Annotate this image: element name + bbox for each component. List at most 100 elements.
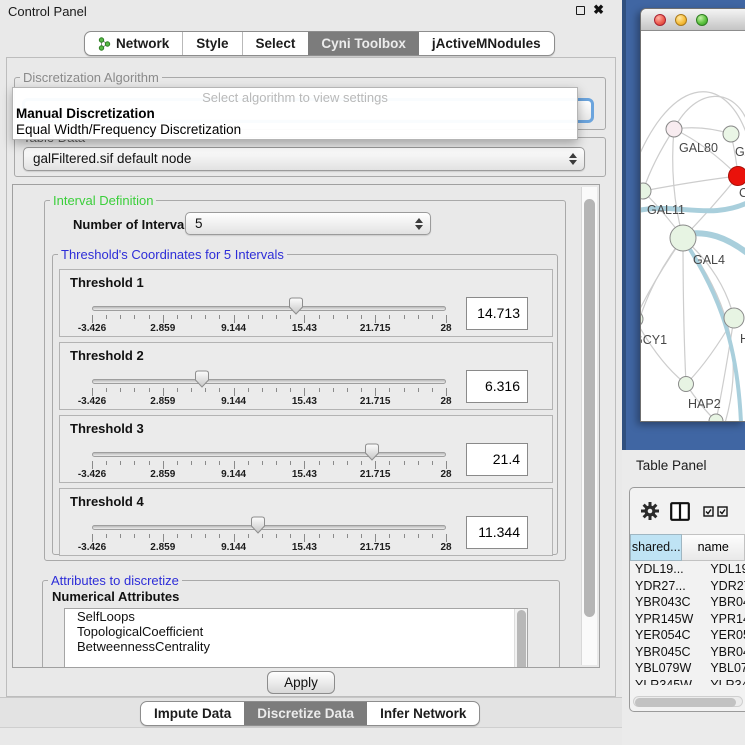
threshold-label: Threshold 4 (70, 494, 144, 509)
table-row[interactable]: YDR27...YDR27 (630, 578, 745, 595)
threshold-value-field[interactable]: 11.344 (466, 516, 528, 549)
slider-thumb[interactable] (250, 516, 266, 534)
cell-shared-name: YLR345W (630, 677, 705, 686)
slider-track[interactable] (92, 306, 446, 311)
list-scrollbar[interactable] (514, 609, 527, 668)
table-row[interactable]: YPR145WYPR145W (630, 611, 745, 628)
tick-mark (333, 388, 334, 392)
network-canvas[interactable]: GAL80 GA C GAL11 GAL4 GCY1 H HAP2 (641, 31, 745, 421)
checkbox-icon[interactable] (703, 506, 714, 517)
tick-mark (389, 461, 390, 465)
tab-style[interactable]: Style (182, 32, 241, 55)
dropdown-option[interactable]: Manual Discretization (13, 106, 577, 122)
slider-track[interactable] (92, 525, 446, 530)
numerical-attributes-list[interactable]: SelfLoopsTopologicalCoefficientBetweenne… (64, 608, 528, 668)
scale-label: 28 (440, 542, 451, 553)
table-row[interactable]: YDL19...YDL19 (630, 561, 745, 578)
scale-label: 28 (440, 323, 451, 334)
table-data-combo[interactable]: galFiltered.sif default node (23, 147, 585, 171)
node-label[interactable]: GAL4 (693, 253, 725, 267)
table-row[interactable]: YBR043CYBR043C (630, 594, 745, 611)
gear-icon[interactable] (641, 502, 659, 520)
threshold-value-field[interactable]: 21.4 (466, 443, 528, 476)
cell-shared-name: YDR27... (630, 578, 705, 595)
tick-mark (304, 461, 305, 469)
tab-cyni-toolbox[interactable]: Cyni Toolbox (308, 32, 419, 55)
node-label[interactable]: H (740, 332, 745, 346)
group-title: Interval Definition (50, 193, 156, 208)
tab-label: Select (256, 32, 296, 55)
node-label[interactable]: GAL11 (647, 203, 685, 217)
attribute-list-item[interactable]: BetweennessCentrality (65, 639, 527, 654)
tab-infer-network[interactable]: Infer Network (367, 702, 479, 725)
tick-mark (149, 461, 150, 465)
node-label[interactable]: C (739, 186, 745, 200)
scrollbar-thumb[interactable] (584, 199, 595, 617)
network-node[interactable] (709, 414, 723, 421)
table-row[interactable]: YER054CYER054C (630, 627, 745, 644)
table-row[interactable]: YLR345WYLR345W (630, 677, 745, 686)
threshold-label: Threshold 3 (70, 421, 144, 436)
scale-label: 9.144 (221, 323, 246, 334)
network-node[interactable] (679, 377, 694, 392)
slider-track[interactable] (92, 379, 446, 384)
tick-mark (304, 534, 305, 542)
network-node[interactable] (724, 308, 744, 328)
column-header[interactable]: shared... (630, 534, 682, 561)
attribute-list-item[interactable]: TopologicalCoefficient (65, 624, 527, 639)
number-of-intervals-combo[interactable]: 5 (185, 212, 431, 235)
zoom-traffic-light[interactable] (696, 14, 708, 26)
checkbox-icon[interactable] (717, 506, 728, 517)
slider-thumb[interactable] (194, 370, 210, 388)
threshold-value-field[interactable]: 14.713 (466, 297, 528, 330)
network-edge (683, 238, 686, 384)
scale-label: 21.715 (360, 469, 391, 480)
horizontal-scrollbar[interactable] (633, 696, 743, 707)
tick-mark (219, 315, 220, 319)
tick-mark (262, 534, 263, 538)
vertical-scrollbar[interactable] (581, 187, 597, 665)
table-row[interactable]: YBL079WYBL079W (630, 660, 745, 677)
network-node[interactable] (723, 126, 739, 142)
columns-icon[interactable] (670, 502, 690, 521)
minimize-traffic-light[interactable] (675, 14, 687, 26)
attribute-list-item[interactable]: SelfLoops (65, 609, 527, 624)
dropdown-prompt[interactable]: Select algorithm to view settings (13, 88, 577, 106)
cell-name: YBL079W (705, 660, 745, 677)
close-traffic-light[interactable] (654, 14, 666, 26)
tick-mark (319, 461, 320, 465)
slider-track[interactable] (92, 452, 446, 457)
network-node[interactable] (641, 183, 651, 199)
dropdown-option[interactable]: Equal Width/Frequency Discretization (13, 122, 577, 138)
tab-select[interactable]: Select (242, 32, 309, 55)
node-label[interactable]: GAL80 (679, 141, 718, 155)
table-row[interactable]: YBR045CYBR045C (630, 644, 745, 661)
float-window-icon[interactable] (576, 6, 585, 15)
column-header[interactable]: name (682, 534, 745, 561)
tick-mark (106, 315, 107, 319)
node-label[interactable]: GCY1 (641, 333, 667, 347)
node-label[interactable]: GA (735, 145, 745, 159)
apply-button[interactable]: Apply (267, 671, 335, 694)
tab-discretize-data[interactable]: Discretize Data (244, 702, 367, 725)
cell-name: YER054C (705, 627, 745, 644)
slider-thumb[interactable] (364, 443, 380, 461)
tick-mark (446, 315, 447, 323)
tick-mark (347, 388, 348, 392)
tick-mark (446, 461, 447, 469)
scrollbar-thumb[interactable] (635, 698, 736, 707)
node-label[interactable]: HAP2 (688, 397, 721, 411)
network-icon (98, 37, 111, 51)
tab-jactivemnodules[interactable]: jActiveMNodules (419, 32, 554, 55)
close-icon[interactable]: ✖ (593, 4, 604, 16)
tab-network[interactable]: Network (85, 32, 182, 55)
tab-impute-data[interactable]: Impute Data (141, 702, 244, 725)
network-node[interactable] (666, 121, 682, 137)
network-window: GAL80 GA C GAL11 GAL4 GCY1 H HAP2 (640, 8, 745, 422)
network-node[interactable] (729, 167, 745, 186)
slider-thumb[interactable] (288, 297, 304, 315)
tick-mark (205, 388, 206, 392)
network-window-titlebar[interactable] (641, 9, 745, 31)
network-node[interactable] (670, 225, 696, 251)
threshold-value-field[interactable]: 6.316 (466, 370, 528, 403)
